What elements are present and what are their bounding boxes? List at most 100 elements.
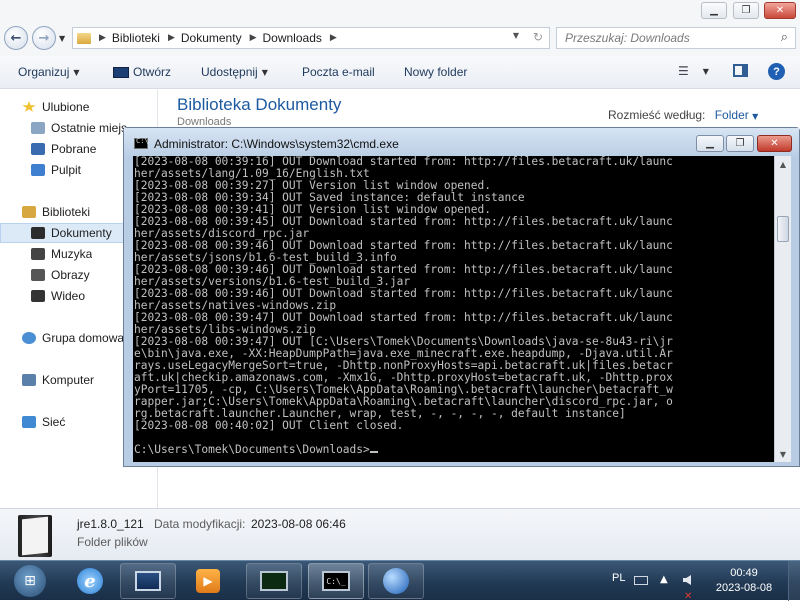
sidebar-item-network[interactable]: Sieć bbox=[22, 412, 65, 432]
task-manager-icon bbox=[260, 571, 288, 591]
taskbar-internet-explorer[interactable]: e bbox=[62, 563, 118, 599]
minimize-button[interactable]: ▁ bbox=[701, 2, 727, 19]
email-button[interactable]: Poczta e-mail bbox=[302, 65, 375, 79]
preview-pane-button[interactable] bbox=[733, 64, 748, 77]
sidebar-item-label: Sieć bbox=[42, 415, 66, 429]
share-button[interactable]: Udostępnij ▼ bbox=[201, 65, 268, 79]
sidebar-item-desktop[interactable]: Pulpit bbox=[31, 160, 81, 180]
console-output[interactable]: [2023-08-08 00:39:16] OUT Download start… bbox=[133, 156, 774, 462]
cmd-minimize-button[interactable]: ▁ bbox=[696, 135, 724, 152]
taskbar-betacraft[interactable] bbox=[368, 563, 424, 599]
share-label: Udostępnij bbox=[201, 65, 258, 79]
open-label: Otwórz bbox=[133, 65, 172, 79]
sidebar-item-label: Ostatnie miejs bbox=[51, 121, 128, 135]
close-button[interactable]: ✕ bbox=[764, 2, 796, 19]
chevron-down-icon: ▼ bbox=[702, 66, 709, 76]
console-scrollbar[interactable]: ▲ ▼ bbox=[774, 156, 791, 462]
arrange-by: Rozmieść według: Folder ▼ bbox=[608, 108, 758, 122]
new-folder-button[interactable]: Nowy folder bbox=[404, 65, 467, 79]
start-button[interactable]: ⊞ bbox=[14, 565, 46, 597]
cmd-titlebar[interactable]: Administrator: C:\Windows\system32\cmd.e… bbox=[124, 128, 799, 158]
open-button[interactable]: Otwórz bbox=[113, 65, 171, 79]
recent-pages-chevron-icon[interactable]: ▼ bbox=[59, 34, 65, 43]
preview-pane-icon bbox=[733, 64, 748, 77]
sidebar-item-label: Grupa domowa bbox=[42, 331, 125, 345]
sidebar-item-downloads[interactable]: Pobrane bbox=[31, 139, 96, 159]
homegroup-icon bbox=[22, 332, 36, 344]
sidebar-item-music[interactable]: Muzyka bbox=[31, 244, 92, 264]
folder-icon bbox=[77, 32, 91, 44]
sidebar-item-label: Ulubione bbox=[42, 100, 90, 114]
search-placeholder: Przeszukaj: Downloads bbox=[565, 31, 690, 45]
clock[interactable]: 00:49 2023-08-08 bbox=[713, 566, 775, 596]
language-indicator[interactable]: PL bbox=[612, 572, 625, 584]
breadcrumb-dokumenty[interactable]: Dokumenty bbox=[181, 31, 242, 45]
sidebar-item-videos[interactable]: Wideo bbox=[31, 286, 85, 306]
show-desktop-button[interactable] bbox=[788, 561, 800, 601]
email-label: Poczta e-mail bbox=[302, 65, 375, 79]
search-input[interactable]: Przeszukaj: Downloads ⌕ bbox=[556, 27, 796, 49]
breadcrumb-downloads[interactable]: Downloads bbox=[263, 31, 322, 45]
selected-item-name: jre1.8.0_121 bbox=[77, 517, 144, 531]
forward-button[interactable]: → bbox=[32, 26, 56, 50]
volume-muted-icon[interactable]: ✕ bbox=[683, 574, 697, 602]
view-options-button[interactable]: ☰ ▼ bbox=[678, 64, 709, 78]
folder-icon bbox=[18, 515, 52, 557]
scroll-up-icon[interactable]: ▲ bbox=[775, 156, 791, 172]
search-icon[interactable]: ⌕ bbox=[781, 30, 788, 45]
recent-places-icon bbox=[31, 122, 45, 134]
scroll-down-icon[interactable]: ▼ bbox=[775, 446, 791, 462]
sidebar-item-libraries[interactable]: Biblioteki bbox=[22, 202, 90, 222]
refresh-icon[interactable]: ↻ bbox=[533, 30, 543, 44]
breadcrumb-biblioteki[interactable]: Biblioteki bbox=[112, 31, 160, 45]
help-button[interactable]: ? bbox=[768, 63, 785, 80]
internet-explorer-icon: e bbox=[77, 568, 103, 594]
explorer-titlebar: ▁ ❐ ✕ bbox=[0, 0, 800, 22]
arrange-by-dropdown[interactable]: Folder ▼ bbox=[715, 108, 759, 122]
chevron-down-icon: ▼ bbox=[261, 67, 268, 77]
taskbar-media-player[interactable]: ▶ bbox=[180, 563, 236, 599]
sidebar-item-pictures[interactable]: Obrazy bbox=[31, 265, 90, 285]
cmd-window[interactable]: Administrator: C:\Windows\system32\cmd.e… bbox=[123, 127, 800, 467]
back-button[interactable]: ← bbox=[4, 26, 28, 50]
sidebar-item-label: Obrazy bbox=[51, 268, 90, 282]
sidebar-item-label: Biblioteki bbox=[42, 205, 91, 219]
downloads-folder-icon bbox=[31, 143, 45, 155]
clock-time: 00:49 bbox=[730, 567, 758, 579]
sidebar-item-favorites[interactable]: Ulubione bbox=[22, 97, 89, 117]
cmd-close-button[interactable]: ✕ bbox=[757, 135, 792, 152]
monitor-icon bbox=[113, 66, 129, 78]
taskbar-cmd[interactable]: C:\_ bbox=[308, 563, 364, 599]
network-icon bbox=[22, 416, 36, 428]
item-type: Folder plików bbox=[77, 535, 148, 549]
desktop-icon bbox=[31, 164, 45, 176]
clock-date: 2023-08-08 bbox=[715, 582, 773, 594]
scrollbar-thumb[interactable] bbox=[777, 216, 789, 242]
computer-icon bbox=[22, 374, 36, 386]
videos-icon bbox=[31, 290, 45, 302]
taskbar-task-manager[interactable] bbox=[246, 563, 302, 599]
documents-icon bbox=[31, 227, 45, 239]
sidebar-item-label: Pobrane bbox=[51, 142, 97, 156]
taskbar-explorer[interactable] bbox=[120, 563, 176, 599]
address-dropdown-icon[interactable]: ▼ bbox=[513, 31, 519, 40]
star-icon bbox=[22, 101, 36, 112]
console-line: C:\Users\Tomek\Documents\Downloads> bbox=[134, 444, 774, 456]
organize-button[interactable]: Organizuj ▼ bbox=[18, 65, 80, 79]
sidebar-item-computer[interactable]: Komputer bbox=[22, 370, 94, 390]
cmd-maximize-button[interactable]: ❐ bbox=[726, 135, 754, 152]
chevron-down-icon: ▼ bbox=[752, 112, 759, 121]
address-row: ← → ▼ ▶ Biblioteki ▶ Dokumenty ▶ Downloa… bbox=[0, 22, 800, 56]
music-icon bbox=[31, 248, 45, 260]
show-hidden-icons-icon[interactable]: ▲ bbox=[660, 574, 674, 586]
console-line: [2023-08-08 00:40:02] OUT Client closed. bbox=[134, 419, 404, 432]
breadcrumb-chevron-icon: ▶ bbox=[99, 33, 106, 43]
sidebar-item-label: Wideo bbox=[51, 289, 86, 303]
chevron-down-icon: ▼ bbox=[73, 67, 80, 77]
sidebar-item-homegroup[interactable]: Grupa domowa bbox=[22, 328, 124, 348]
address-bar[interactable]: ▶ Biblioteki ▶ Dokumenty ▶ Downloads ▶ ▼… bbox=[72, 27, 550, 49]
maximize-button[interactable]: ❐ bbox=[733, 2, 759, 19]
keyboard-icon[interactable] bbox=[634, 574, 648, 586]
view-list-icon: ☰ bbox=[678, 64, 689, 78]
breadcrumb-chevron-icon: ▶ bbox=[167, 33, 175, 43]
